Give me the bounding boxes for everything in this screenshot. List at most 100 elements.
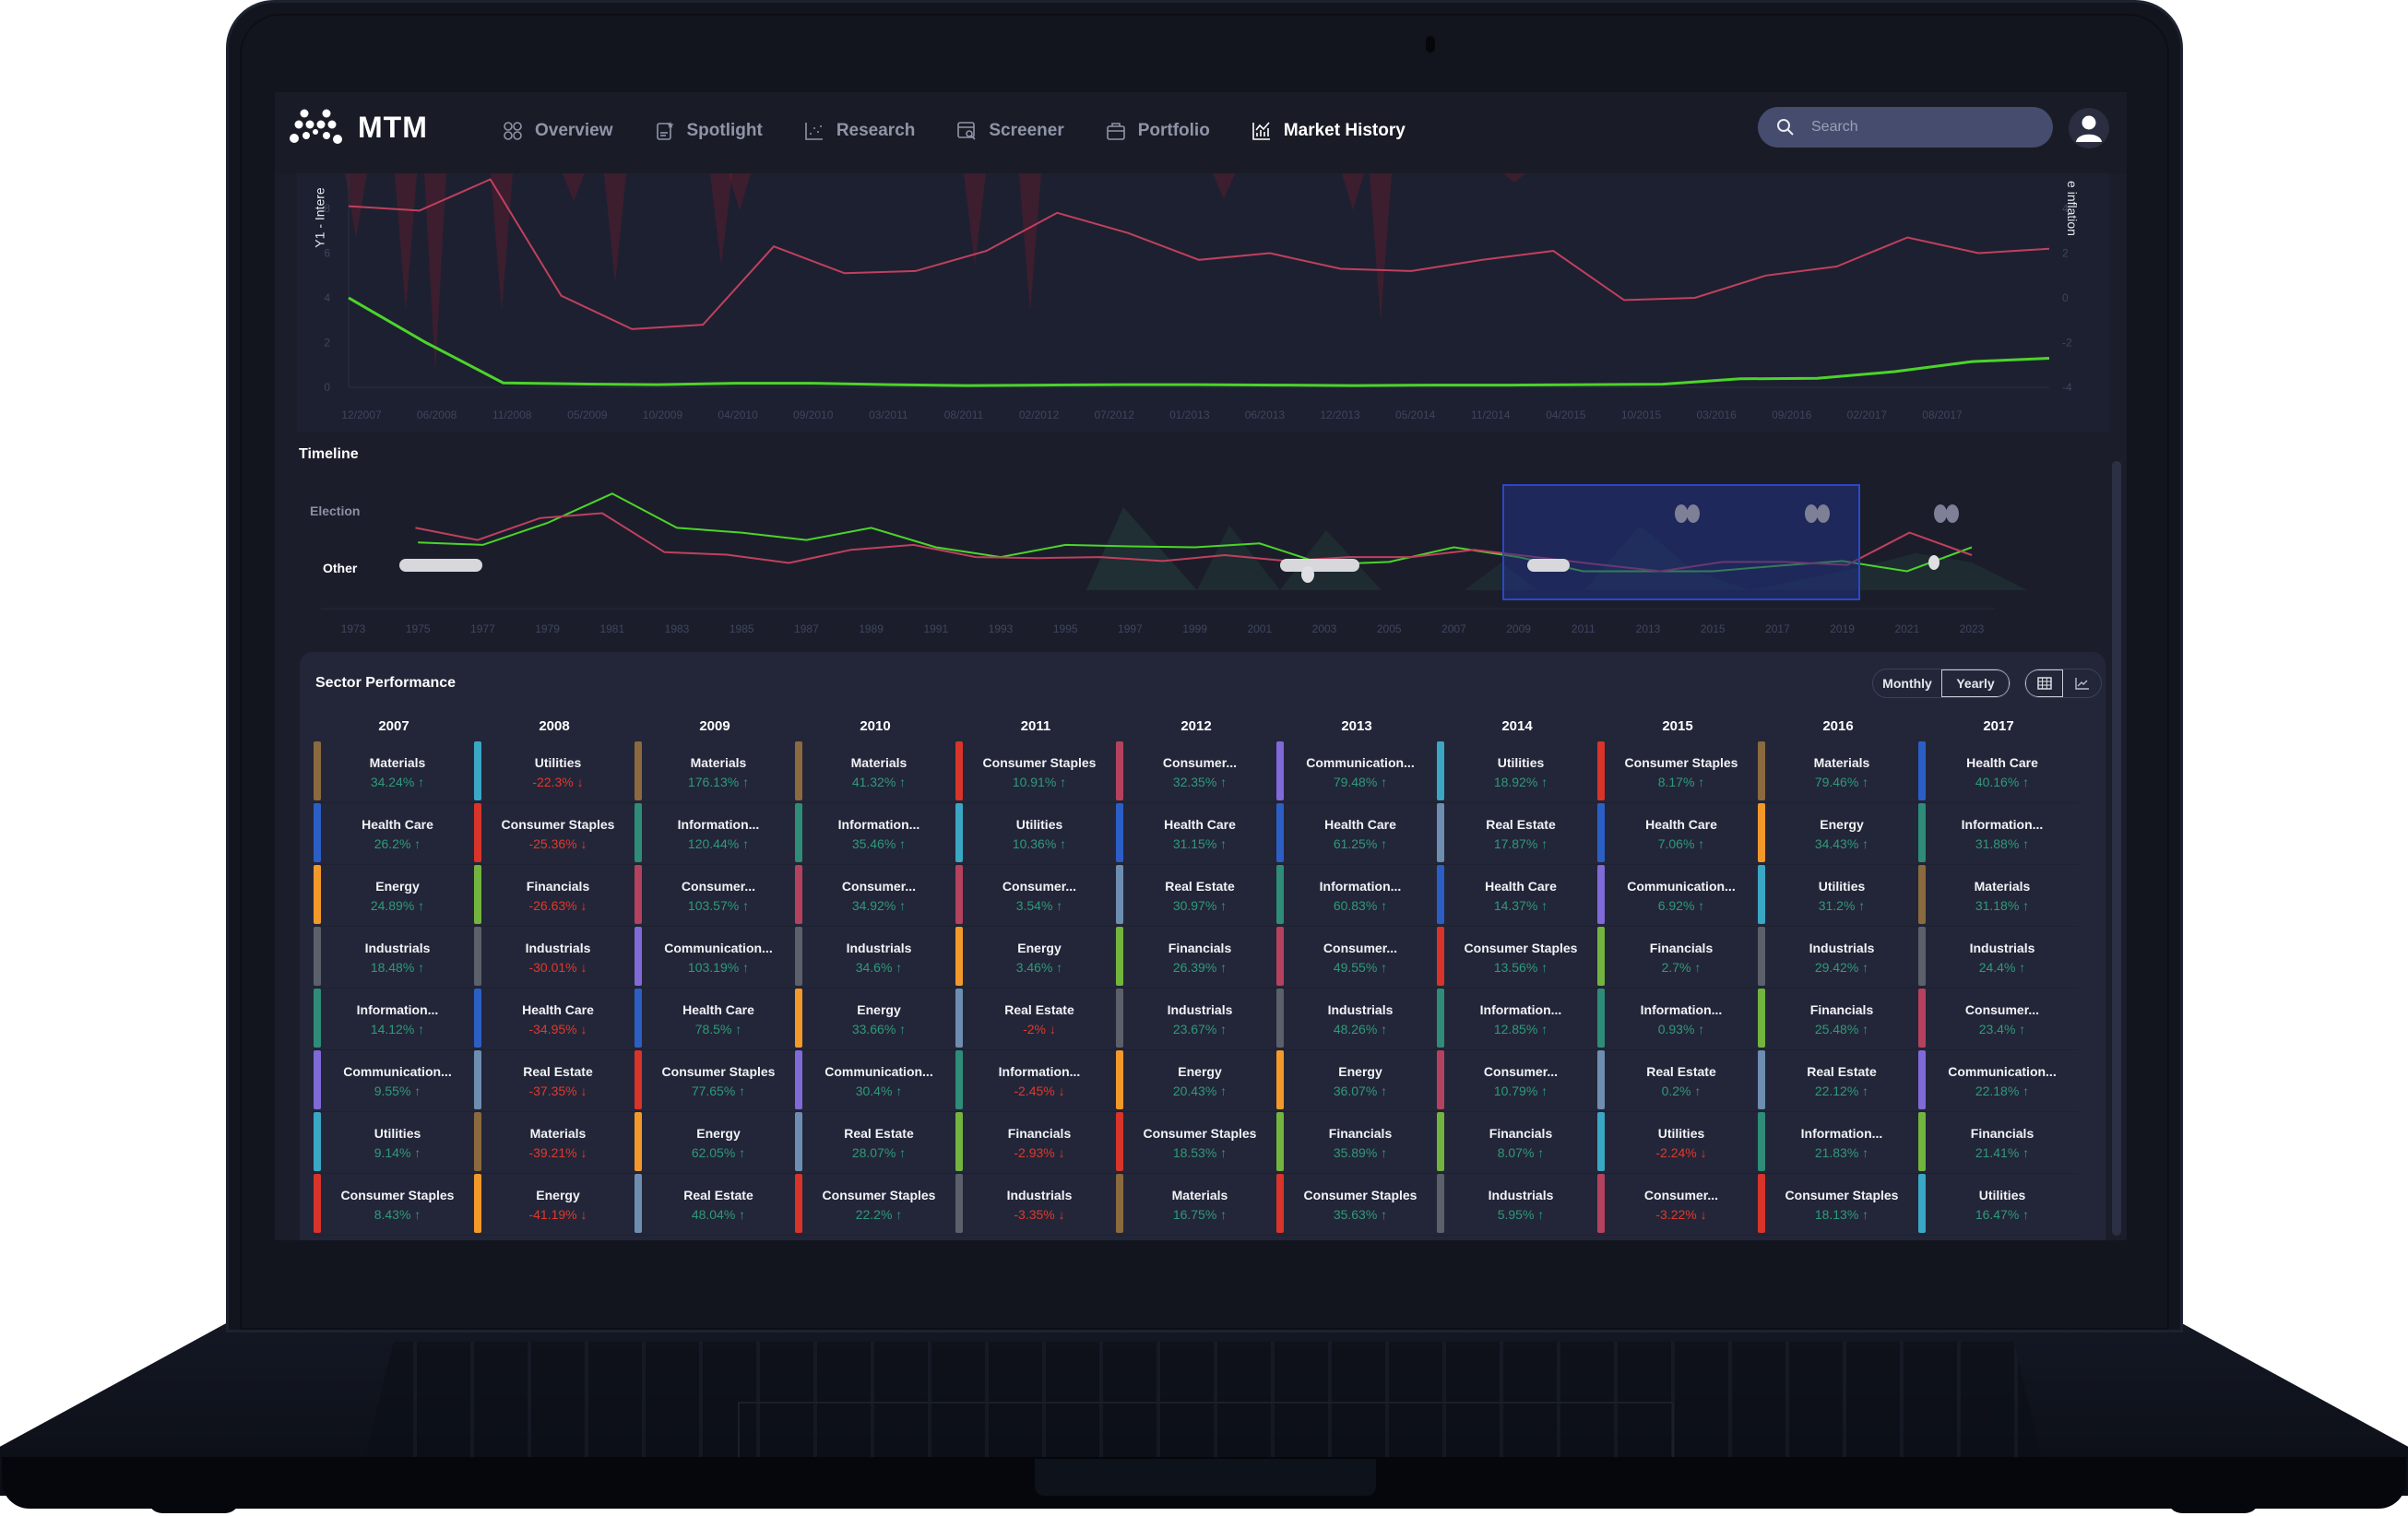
sector-cell[interactable]: Materials 41.32% ↑ [795, 741, 955, 803]
sector-cell[interactable]: Consumer... 23.4% ↑ [1918, 989, 2079, 1050]
sector-cell[interactable]: Health Care 7.06% ↑ [1597, 803, 1758, 865]
sector-cell[interactable]: Communication... 6.92% ↑ [1597, 865, 1758, 927]
sector-cell[interactable]: Industrials 5.95% ↑ [1437, 1174, 1597, 1236]
timeline-event-pill[interactable] [399, 559, 482, 572]
sector-cell[interactable]: Real Estate 22.12% ↑ [1758, 1050, 1918, 1112]
sector-cell[interactable]: Energy 24.89% ↑ [314, 865, 474, 927]
sector-cell[interactable]: Energy 20.43% ↑ [1116, 1050, 1276, 1112]
nav-item-screener[interactable]: Screener [955, 114, 1064, 148]
page-scrollbar-thumb[interactable] [2112, 461, 2121, 1236]
sector-cell[interactable]: Utilities 31.2% ↑ [1758, 865, 1918, 927]
search-box[interactable] [1758, 107, 2053, 148]
sector-cell[interactable]: Communication... 103.19% ↑ [635, 927, 795, 989]
timeline-event-pill[interactable] [1527, 559, 1570, 572]
timeline-event-pill[interactable] [1280, 559, 1359, 572]
sector-cell[interactable]: Consumer Staples -25.36% ↓ [474, 803, 635, 865]
sector-cell[interactable]: Consumer Staples 18.53% ↑ [1116, 1112, 1276, 1174]
sector-cell[interactable]: Real Estate 28.07% ↑ [795, 1112, 955, 1174]
sector-cell[interactable]: Health Care 40.16% ↑ [1918, 741, 2079, 803]
sector-cell[interactable]: Consumer Staples 77.65% ↑ [635, 1050, 795, 1112]
sector-cell[interactable]: Consumer... 3.54% ↑ [955, 865, 1116, 927]
sector-cell[interactable]: Industrials 24.4% ↑ [1918, 927, 2079, 989]
sector-cell[interactable]: Industrials 29.42% ↑ [1758, 927, 1918, 989]
sector-cell[interactable]: Financials 25.48% ↑ [1758, 989, 1918, 1050]
sector-cell[interactable]: Consumer Staples 13.56% ↑ [1437, 927, 1597, 989]
sector-cell[interactable]: Real Estate -2% ↓ [955, 989, 1116, 1050]
timeline-event-marker[interactable] [1934, 504, 1947, 523]
sector-cell[interactable]: Consumer Staples 8.17% ↑ [1597, 741, 1758, 803]
timeline-event-marker[interactable] [1817, 504, 1830, 523]
user-avatar[interactable] [2069, 108, 2109, 148]
sector-cell[interactable]: Financials 26.39% ↑ [1116, 927, 1276, 989]
nav-item-overview[interactable]: Overview [502, 114, 613, 148]
sector-cell[interactable]: Utilities 16.47% ↑ [1918, 1174, 2079, 1236]
sector-cell[interactable]: Real Estate 17.87% ↑ [1437, 803, 1597, 865]
logo[interactable]: MTM [290, 109, 428, 146]
sector-cell[interactable]: Real Estate 30.97% ↑ [1116, 865, 1276, 927]
sector-cell[interactable]: Industrials 23.67% ↑ [1116, 989, 1276, 1050]
timeline-selection-brush[interactable] [1502, 484, 1860, 600]
sector-cell[interactable]: Industrials 34.6% ↑ [795, 927, 955, 989]
sector-cell[interactable]: Information... 60.83% ↑ [1276, 865, 1437, 927]
sector-cell[interactable]: Consumer Staples 35.63% ↑ [1276, 1174, 1437, 1236]
sector-cell[interactable]: Information... 120.44% ↑ [635, 803, 795, 865]
timeline-event-marker[interactable] [1928, 555, 1939, 570]
sector-cell[interactable]: Information... -2.45% ↓ [955, 1050, 1116, 1112]
sector-cell[interactable]: Financials 21.41% ↑ [1918, 1112, 2079, 1174]
timeline-event-marker[interactable] [1301, 566, 1314, 583]
sector-cell[interactable]: Utilities -22.3% ↓ [474, 741, 635, 803]
sector-cell[interactable]: Health Care 26.2% ↑ [314, 803, 474, 865]
period-monthly-button[interactable]: Monthly [1873, 669, 1941, 697]
chart-view-button[interactable] [2063, 669, 2101, 697]
sector-cell[interactable]: Financials -2.93% ↓ [955, 1112, 1116, 1174]
sector-cell[interactable]: Information... 14.12% ↑ [314, 989, 474, 1050]
sector-cell[interactable]: Energy 3.46% ↑ [955, 927, 1116, 989]
sector-cell[interactable]: Communication... 30.4% ↑ [795, 1050, 955, 1112]
sector-cell[interactable]: Utilities 9.14% ↑ [314, 1112, 474, 1174]
timeline-event-marker[interactable] [1805, 504, 1818, 523]
nav-item-portfolio[interactable]: Portfolio [1105, 114, 1210, 148]
sector-cell[interactable]: Industrials -30.01% ↓ [474, 927, 635, 989]
sector-cell[interactable]: Utilities 10.36% ↑ [955, 803, 1116, 865]
period-yearly-button[interactable]: Yearly [1941, 669, 2010, 697]
sector-cell[interactable]: Energy 62.05% ↑ [635, 1112, 795, 1174]
sector-cell[interactable]: Materials 31.18% ↑ [1918, 865, 2079, 927]
sector-cell[interactable]: Consumer Staples 22.2% ↑ [795, 1174, 955, 1236]
sector-cell[interactable]: Health Care 31.15% ↑ [1116, 803, 1276, 865]
sector-cell[interactable]: Materials 79.46% ↑ [1758, 741, 1918, 803]
sector-cell[interactable]: Communication... 22.18% ↑ [1918, 1050, 2079, 1112]
timeline-event-marker[interactable] [1687, 504, 1700, 523]
sector-cell[interactable]: Health Care 61.25% ↑ [1276, 803, 1437, 865]
sector-cell[interactable]: Utilities -2.24% ↓ [1597, 1112, 1758, 1174]
sector-cell[interactable]: Consumer... 10.79% ↑ [1437, 1050, 1597, 1112]
sector-cell[interactable]: Consumer... 49.55% ↑ [1276, 927, 1437, 989]
sector-cell[interactable]: Industrials 48.26% ↑ [1276, 989, 1437, 1050]
sector-cell[interactable]: Energy 33.66% ↑ [795, 989, 955, 1050]
sector-cell[interactable]: Industrials -3.35% ↓ [955, 1174, 1116, 1236]
sector-cell[interactable]: Financials 35.89% ↑ [1276, 1112, 1437, 1174]
sector-cell[interactable]: Energy -41.19% ↓ [474, 1174, 635, 1236]
sector-cell[interactable]: Financials 8.07% ↑ [1437, 1112, 1597, 1174]
sector-cell[interactable]: Consumer... -3.22% ↓ [1597, 1174, 1758, 1236]
sector-cell[interactable]: Materials 34.24% ↑ [314, 741, 474, 803]
sector-cell[interactable]: Consumer Staples 18.13% ↑ [1758, 1174, 1918, 1236]
search-input[interactable] [1811, 119, 2033, 136]
sector-cell[interactable]: Health Care 78.5% ↑ [635, 989, 795, 1050]
sector-cell[interactable]: Materials 176.13% ↑ [635, 741, 795, 803]
sector-cell[interactable]: Consumer Staples 10.91% ↑ [955, 741, 1116, 803]
sector-cell[interactable]: Information... 35.46% ↑ [795, 803, 955, 865]
sector-cell[interactable]: Consumer Staples 8.43% ↑ [314, 1174, 474, 1236]
sector-cell[interactable]: Energy 36.07% ↑ [1276, 1050, 1437, 1112]
sector-cell[interactable]: Industrials 18.48% ↑ [314, 927, 474, 989]
sector-cell[interactable]: Health Care 14.37% ↑ [1437, 865, 1597, 927]
sector-cell[interactable]: Communication... 9.55% ↑ [314, 1050, 474, 1112]
sector-cell[interactable]: Financials 2.7% ↑ [1597, 927, 1758, 989]
sector-cell[interactable]: Utilities 18.92% ↑ [1437, 741, 1597, 803]
sector-cell[interactable]: Information... 31.88% ↑ [1918, 803, 2079, 865]
sector-cell[interactable]: Financials -26.63% ↓ [474, 865, 635, 927]
sector-cell[interactable]: Consumer... 34.92% ↑ [795, 865, 955, 927]
interest-inflation-chart-svg[interactable]: 86420420-2-412/2007 06/2008 11/2008 05/2009… [297, 173, 2109, 432]
sector-cell[interactable]: Real Estate 48.04% ↑ [635, 1174, 795, 1236]
sector-cell[interactable]: Materials -39.21% ↓ [474, 1112, 635, 1174]
timeline-event-marker[interactable] [1946, 504, 1959, 523]
